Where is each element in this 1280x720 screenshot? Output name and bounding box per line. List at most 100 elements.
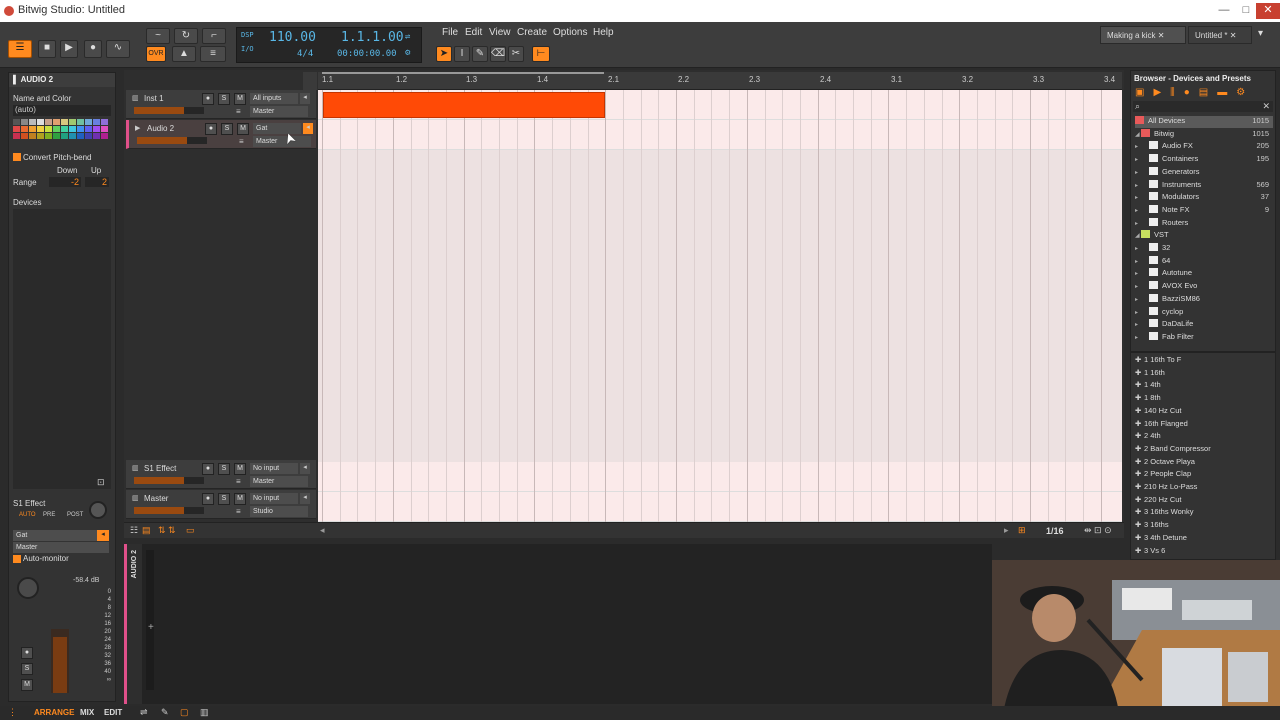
preset-item[interactable]: ✚ 220 Hz Cut bbox=[1135, 495, 1273, 507]
color-swatch[interactable] bbox=[13, 133, 20, 139]
color-swatch[interactable] bbox=[69, 119, 76, 125]
time-signature[interactable]: 4/4 bbox=[297, 49, 313, 59]
preset-item[interactable]: ✚ 140 Hz Cut bbox=[1135, 406, 1273, 418]
mixer-toggle-icon[interactable]: ☰ bbox=[8, 40, 32, 58]
color-swatch[interactable] bbox=[77, 119, 84, 125]
lane-audio2[interactable] bbox=[318, 120, 1122, 150]
lane-master[interactable] bbox=[318, 492, 1122, 522]
menu-options[interactable]: Options bbox=[553, 27, 587, 38]
clip[interactable] bbox=[323, 92, 605, 118]
preset-item[interactable]: ✚ 210 Hz Lo-Pass bbox=[1135, 482, 1273, 494]
input-select[interactable]: Gat bbox=[13, 530, 105, 541]
record-arm-button[interactable]: ● bbox=[205, 123, 217, 135]
color-swatch[interactable] bbox=[13, 119, 20, 125]
track-input-select[interactable]: No input bbox=[250, 463, 298, 474]
color-swatch[interactable] bbox=[93, 126, 100, 132]
punch-icon[interactable]: ⌐ bbox=[202, 28, 226, 44]
track-output-select[interactable]: Master bbox=[250, 476, 308, 487]
color-swatch[interactable] bbox=[85, 133, 92, 139]
minimize-button[interactable]: — bbox=[1212, 3, 1236, 19]
convert-pitchbend-checkbox[interactable] bbox=[13, 153, 21, 161]
preset-item[interactable]: ✚ 1 8th bbox=[1135, 393, 1273, 405]
mute-button[interactable]: M bbox=[21, 679, 33, 691]
browser-tree-item[interactable]: ▸ Modulators 37 bbox=[1135, 192, 1273, 204]
zoom-icon[interactable]: ⇹ ⊡ ⊙ bbox=[1084, 525, 1112, 536]
preset-item[interactable]: ✚ 3 Vs 6 bbox=[1135, 546, 1273, 558]
preset-item[interactable]: ✚ 3 16ths Wonky bbox=[1135, 507, 1273, 519]
overdub-button[interactable]: OVR bbox=[146, 46, 166, 62]
tab-making-a-kick[interactable]: Making a kick ✕ bbox=[1100, 26, 1186, 44]
browser-tree-item[interactable]: ▸ AVOX Evo bbox=[1135, 281, 1273, 293]
auto-button[interactable]: AUTO bbox=[19, 512, 36, 518]
output-select[interactable]: Master bbox=[13, 542, 109, 553]
tab-overflow-icon[interactable]: ▾ bbox=[1258, 28, 1263, 39]
device-panel-icon[interactable]: ▢ bbox=[180, 707, 189, 718]
color-swatch[interactable] bbox=[45, 119, 52, 125]
color-swatch[interactable] bbox=[101, 133, 108, 139]
follow-icon[interactable]: ⇌ bbox=[405, 32, 410, 42]
browser-tree-item[interactable]: ▸ DaDaLife bbox=[1135, 319, 1273, 331]
post-button[interactable]: POST bbox=[67, 512, 83, 518]
color-swatch[interactable] bbox=[21, 119, 28, 125]
color-swatch[interactable] bbox=[45, 133, 52, 139]
record-button[interactable]: ● bbox=[84, 40, 102, 58]
record-arm-button[interactable]: ● bbox=[202, 463, 214, 475]
menu-create[interactable]: Create bbox=[517, 27, 547, 38]
browser-tree-item[interactable]: ▸ Instruments 569 bbox=[1135, 179, 1273, 192]
color-swatch[interactable] bbox=[37, 133, 44, 139]
knife-tool-icon[interactable]: ✂ bbox=[508, 46, 524, 62]
record-arm-button[interactable]: ● bbox=[202, 493, 214, 505]
color-swatch[interactable] bbox=[29, 133, 36, 139]
browser-search-input[interactable]: ⌕ ✕ bbox=[1133, 101, 1273, 112]
track-menu-icon[interactable]: ≡ bbox=[236, 477, 241, 486]
track-menu-icon[interactable]: ≡ bbox=[236, 507, 241, 516]
browser-tree-item[interactable]: All Devices 1015 bbox=[1135, 116, 1273, 128]
track-output-select[interactable]: Studio bbox=[250, 506, 308, 517]
color-swatch[interactable] bbox=[93, 133, 100, 139]
solo-button[interactable]: S bbox=[21, 663, 33, 675]
browser-tree-item[interactable]: ▸ Routers bbox=[1135, 217, 1273, 230]
record-arm-button[interactable]: ● bbox=[21, 647, 33, 659]
maximize-button[interactable]: □ bbox=[1234, 3, 1258, 19]
color-swatch[interactable] bbox=[45, 126, 52, 132]
browser-tree-item[interactable]: ▸ Note FX 9 bbox=[1135, 204, 1273, 217]
track-header[interactable]: ▥ Inst 1 ● S M All inputs ◂ ≡ Master bbox=[126, 90, 316, 119]
preset-item[interactable]: ✚ 1 16th bbox=[1135, 368, 1273, 380]
track-header[interactable]: ▥ Master ● S M No input ◂ ≡ Studio bbox=[126, 490, 316, 519]
mute-button[interactable]: M bbox=[237, 123, 249, 135]
color-swatch[interactable] bbox=[69, 126, 76, 132]
track-volume-fader[interactable] bbox=[134, 477, 204, 484]
solo-button[interactable]: S bbox=[218, 493, 230, 505]
monitor-icon[interactable]: ◂ bbox=[300, 463, 310, 474]
monitor-icon[interactable]: ◂ bbox=[300, 93, 310, 104]
browser-tree-item[interactable]: ▸ Fab Filter bbox=[1135, 331, 1273, 344]
preset-item[interactable]: ✚ 2 People Clap bbox=[1135, 469, 1273, 481]
color-swatch[interactable] bbox=[21, 126, 28, 132]
preset-item[interactable]: ✚ 2 Band Compressor bbox=[1135, 444, 1273, 456]
mixer-panel-icon[interactable]: ▥ bbox=[200, 707, 209, 718]
auto-monitor-checkbox[interactable] bbox=[13, 555, 21, 563]
track-header[interactable]: ▥ S1 Effect ● S M No input ◂ ≡ Master bbox=[126, 460, 316, 489]
color-swatch[interactable] bbox=[29, 126, 36, 132]
browser-tree-item[interactable]: ▸ Generators bbox=[1135, 166, 1273, 179]
eraser-tool-icon[interactable]: ⌫ bbox=[490, 46, 506, 62]
expand-icon[interactable]: ⊡ bbox=[97, 477, 105, 488]
preset-item[interactable]: ✚ 3 4th Detune bbox=[1135, 533, 1273, 545]
range-up-field[interactable]: 2 bbox=[85, 177, 109, 187]
tempo-value[interactable]: 110.00 bbox=[269, 30, 316, 45]
pencil-icon[interactable]: ✎ bbox=[161, 707, 169, 718]
preset-item[interactable]: ✚ 1 4th bbox=[1135, 380, 1273, 392]
monitor-icon[interactable]: ◂ bbox=[97, 530, 109, 541]
grid-icon[interactable]: ⊞ bbox=[1018, 525, 1026, 536]
timeline-ruler[interactable]: 1.1 1.2 1.3 1.4 2.1 2.2 2.3 2.4 3.1 3.2 3.3 3.4 bbox=[318, 72, 1122, 90]
preset-item[interactable]: ✚ 16th Flanged bbox=[1135, 419, 1273, 431]
color-swatch[interactable] bbox=[53, 126, 60, 132]
settings-menu-icon[interactable]: ≡ bbox=[200, 46, 226, 62]
color-swatch[interactable] bbox=[101, 126, 108, 132]
track-name[interactable]: Master bbox=[144, 494, 168, 503]
preset-item[interactable]: ✚ 3 16ths bbox=[1135, 520, 1273, 532]
mute-button[interactable]: M bbox=[234, 93, 246, 105]
track-menu-icon[interactable]: ≡ bbox=[236, 107, 241, 116]
pointer-tool-icon[interactable]: ➤ bbox=[436, 46, 452, 62]
volume-fader[interactable] bbox=[51, 629, 69, 693]
